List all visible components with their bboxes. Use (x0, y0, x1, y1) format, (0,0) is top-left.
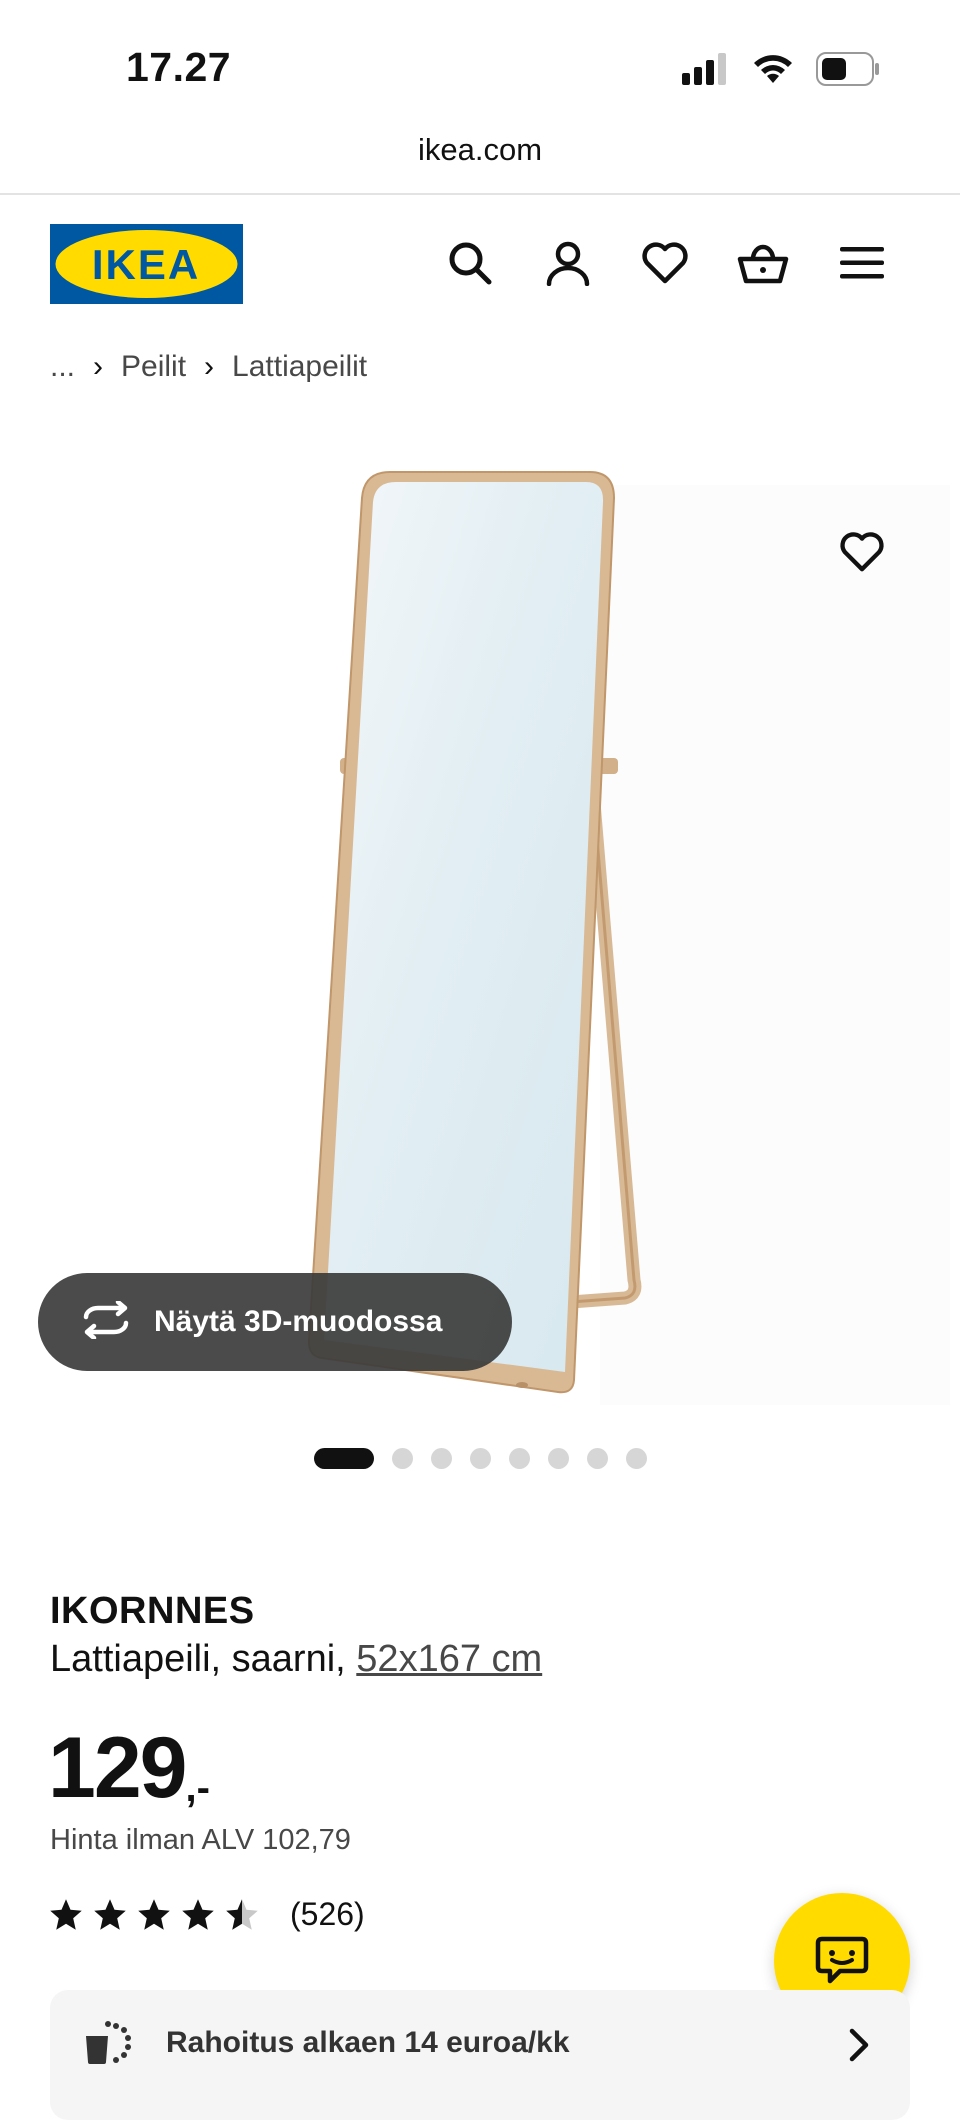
carousel-dot-2[interactable] (392, 1448, 413, 1469)
financing-label: Rahoitus alkaen 14 euroa/kk (166, 2026, 570, 2059)
wishlist-icon[interactable] (637, 235, 693, 291)
product-name: IKORNNES (50, 1590, 255, 1632)
chevron-right-icon: › (93, 350, 104, 383)
product-description: Lattiapeili, saarni, 52x167 cm (50, 1638, 542, 1681)
financing-icon (82, 2020, 132, 2071)
carousel-dot-6[interactable] (548, 1448, 569, 1469)
rotate-3d-icon (80, 1299, 132, 1344)
menu-icon[interactable] (834, 235, 890, 291)
image-carousel-dots (314, 1448, 647, 1469)
price-main: 129 (48, 1720, 187, 1816)
price-suffix: ,- (185, 1766, 210, 1810)
carousel-dot-3[interactable] (431, 1448, 452, 1469)
wifi-icon (752, 53, 794, 90)
carousel-dot-1[interactable] (314, 1448, 374, 1469)
half-star-icon (226, 1898, 258, 1930)
product-image[interactable] (0, 460, 960, 1410)
carousel-dot-7[interactable] (587, 1448, 608, 1469)
star-icon (182, 1898, 214, 1930)
add-to-wishlist-button[interactable] (830, 520, 894, 584)
product-price: 129 ,- (48, 1718, 210, 1818)
ikea-logo[interactable]: IKEA (50, 224, 243, 304)
star-icon (138, 1898, 170, 1930)
view-3d-button[interactable]: Näytä 3D-muodossa (38, 1273, 512, 1371)
svg-text:IKEA: IKEA (92, 241, 200, 288)
product-size-link[interactable]: 52x167 cm (356, 1638, 542, 1680)
rating-count: (526) (290, 1896, 365, 1932)
breadcrumb-item-peilit[interactable]: Peilit (121, 350, 186, 384)
cellular-signal-icon (682, 53, 730, 90)
star-icon (50, 1898, 82, 1930)
account-icon[interactable] (540, 235, 596, 291)
breadcrumb: ... › Peilit › Lattiapeilit (50, 350, 367, 384)
financing-card[interactable]: Rahoitus alkaen 14 euroa/kk (50, 1990, 910, 2120)
cart-icon[interactable] (735, 235, 791, 291)
chevron-right-icon: › (204, 350, 215, 383)
chat-icon (815, 1936, 869, 1984)
product-rating[interactable]: (526) (48, 1896, 365, 1933)
star-icon (94, 1898, 126, 1930)
status-icons (682, 52, 880, 91)
chevron-right-icon (848, 2028, 870, 2067)
carousel-dot-4[interactable] (470, 1448, 491, 1469)
breadcrumb-item-lattiapeilit[interactable]: Lattiapeilit (232, 350, 367, 384)
carousel-dot-8[interactable] (626, 1448, 647, 1469)
view-3d-label: Näytä 3D-muodossa (154, 1305, 443, 1338)
search-icon[interactable] (442, 235, 498, 291)
url-divider (0, 193, 960, 195)
product-type: Lattiapeili, saarni, (50, 1638, 346, 1680)
battery-icon (816, 52, 880, 91)
status-time: 17.27 (126, 44, 232, 90)
price-without-vat: Hinta ilman ALV 102,79 (50, 1824, 351, 1856)
breadcrumb-item-more[interactable]: ... (50, 350, 75, 384)
url-bar[interactable]: ikea.com (0, 132, 960, 168)
carousel-dot-5[interactable] (509, 1448, 530, 1469)
